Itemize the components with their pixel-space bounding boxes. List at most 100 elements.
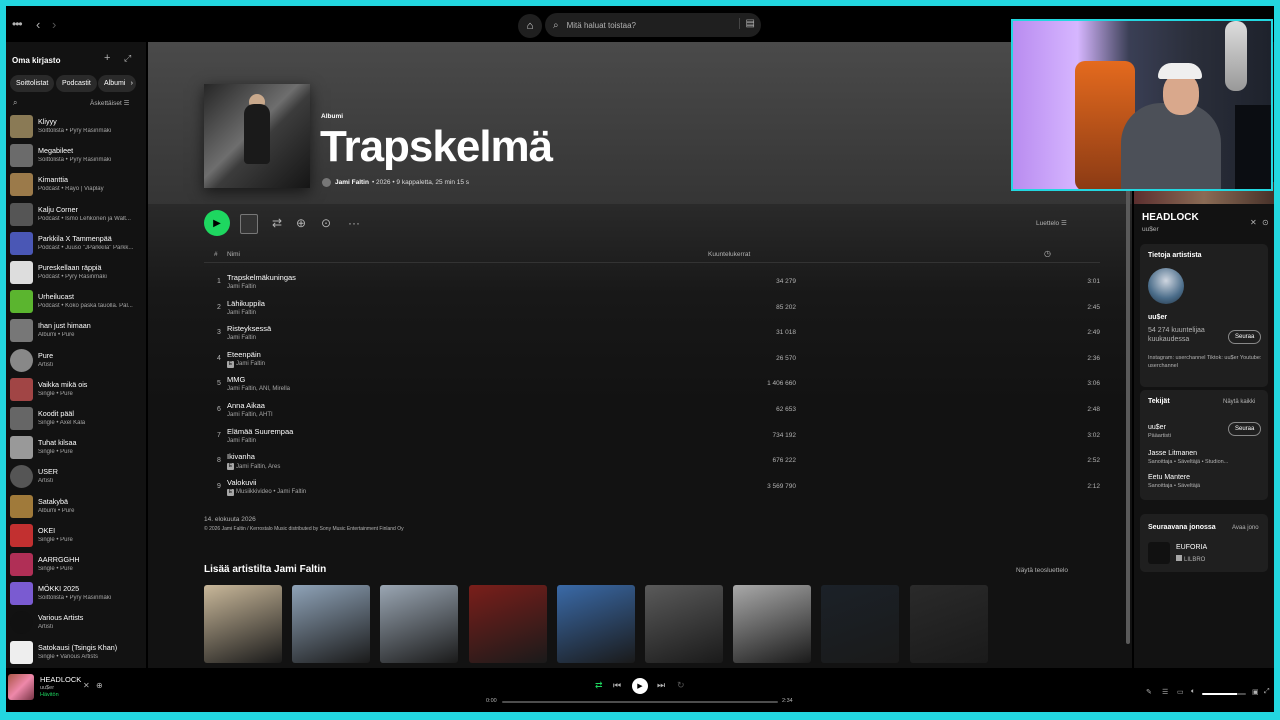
next-track-art[interactable] <box>1148 542 1170 564</box>
show-all-credits-link[interactable]: Näytä kaikki <box>1223 399 1255 405</box>
home-button[interactable]: ⌂ <box>518 14 542 38</box>
library-item[interactable]: AARRGGHH Single • Pure <box>10 552 144 580</box>
progress-bar[interactable] <box>502 701 778 703</box>
about-artist-card[interactable]: Tietoja artistista uu$er 54 274 kuunteli… <box>1140 244 1268 387</box>
volume-slider[interactable] <box>1202 693 1246 695</box>
lyrics-icon[interactable]: ✎ <box>1146 688 1152 696</box>
library-item[interactable]: Parkkila X Tammenpää Podcast • Juuso "JPa… <box>10 231 144 259</box>
more-options-icon[interactable]: ··· <box>348 216 360 230</box>
play-button[interactable]: ▶ <box>204 210 230 236</box>
preview-thumbnail[interactable] <box>240 214 258 234</box>
track-row[interactable]: 8 Ikivanha E Jami Faltin, Ares 676 222 2:52 <box>204 450 1104 475</box>
track-row[interactable]: 5 MMG Jami Faltin, ANI, Mirella 1 406 660 3:… <box>204 373 1104 398</box>
track-artists[interactable]: E Musiikkivideo • Jami Faltin <box>227 488 306 496</box>
mini-player-icon[interactable]: ▣ <box>1252 688 1259 696</box>
library-sort[interactable]: Äskettäiset ☰ <box>90 99 129 107</box>
add-to-library-icon[interactable]: ⊕ <box>296 216 306 230</box>
album-card[interactable]: Neighbourhood Kid <box>292 585 371 668</box>
now-playing-art[interactable] <box>8 674 34 700</box>
track-title[interactable]: Valokuvii <box>227 478 256 487</box>
previous-icon[interactable]: ⏮ <box>613 680 621 691</box>
track-title[interactable]: Anna Aikaa <box>227 401 265 410</box>
track-title[interactable]: Ikivanha <box>227 452 255 461</box>
library-item[interactable]: Pure Artisti <box>10 348 144 376</box>
shuffle-icon[interactable]: ⇄ <box>595 680 603 691</box>
library-title[interactable]: Oma kirjasto <box>12 56 60 65</box>
album-card[interactable]: Ikivanha <box>733 585 812 668</box>
track-title[interactable]: Eteenpäin <box>227 350 261 359</box>
filter-chip-albums[interactable]: Albumi › <box>98 75 136 92</box>
remove-icon[interactable]: ✕ <box>83 681 90 690</box>
library-item[interactable]: OKEI Single • Pure <box>10 523 144 551</box>
track-artists[interactable]: Jami Faltin <box>227 335 256 341</box>
discography-link[interactable]: Näytä teosluettelo <box>1016 567 1068 574</box>
volume-icon[interactable]: 🔈︎ <box>1191 688 1195 696</box>
download-icon[interactable]: ⊙ <box>321 216 331 230</box>
forward-arrow-icon[interactable]: › <box>52 17 56 32</box>
track-row[interactable]: 1 Trapskelmäkuningas Jami Faltin 34 279 3:01 <box>204 271 1104 296</box>
track-artists[interactable]: Jami Faltin, ANI, Mirella <box>227 386 290 392</box>
repeat-icon[interactable]: ↻ <box>677 680 685 691</box>
library-item[interactable]: USER Artisti <box>10 464 144 492</box>
library-item[interactable]: Satokausi (Tsingis Khan) Single • Various… <box>10 640 144 668</box>
menu-dots-icon[interactable]: ••• <box>12 17 23 31</box>
track-title[interactable]: Trapskelmäkuningas <box>227 273 296 282</box>
now-playing-artist[interactable]: uu$er <box>1142 226 1159 233</box>
close-icon[interactable]: ✕ <box>1250 218 1257 227</box>
album-card[interactable]: Valokuvii <box>204 585 282 668</box>
now-playing-title[interactable]: HEADLOCK <box>1142 212 1199 223</box>
next-icon[interactable]: ⏭ <box>657 680 665 691</box>
album-card[interactable]: Kertoimia Vastaan <box>380 585 459 668</box>
track-row[interactable]: 9 Valokuvii E Musiikkivideo • Jami Faltin 3 … <box>204 476 1104 501</box>
next-track-title[interactable]: EUFORIA <box>1176 544 1207 551</box>
more-options-icon[interactable]: ⊙ <box>1262 218 1269 227</box>
search-input[interactable]: ⌕ Mitä haluat toistaa? ▤ <box>545 13 761 37</box>
album-artist-link[interactable]: Jami Faltin <box>335 179 369 186</box>
library-item[interactable]: Various Artists Artisti <box>10 610 144 638</box>
player-track-title[interactable]: HEADLOCK <box>40 675 81 684</box>
add-icon[interactable]: ⊕ <box>96 681 103 690</box>
track-artists[interactable]: Jami Faltin <box>227 438 256 444</box>
track-title[interactable]: Elämää Suurempaa <box>227 427 293 436</box>
credit-name[interactable]: uu$er <box>1148 424 1171 431</box>
about-artist-name[interactable]: uu$er <box>1148 314 1167 321</box>
track-title[interactable]: Lähikuppila <box>227 299 265 308</box>
track-artists[interactable]: E Jami Faltin <box>227 360 265 368</box>
album-card[interactable]: STILL TRE <box>909 585 988 668</box>
track-artists[interactable]: Jami Faltin <box>227 310 256 316</box>
library-item[interactable]: Satakybä Albumi • Pure <box>10 494 144 522</box>
credit-name[interactable]: Jasse Litmanen <box>1148 450 1228 457</box>
album-card[interactable]: Kerrostalo <box>645 585 723 668</box>
library-item[interactable]: Vaikka mikä ois Single • Pure <box>10 377 144 405</box>
player-track-artist[interactable]: uu$er <box>40 685 54 691</box>
queue-icon[interactable]: ☰ <box>1162 688 1168 696</box>
library-item[interactable]: Urheilucast Podcast • Koko paska tauolla.… <box>10 289 144 317</box>
filter-chip-playlists[interactable]: Soittolistat <box>10 75 55 92</box>
track-artists[interactable]: Jami Faltin, AHTI <box>227 412 273 418</box>
back-arrow-icon[interactable]: ‹ <box>36 17 40 32</box>
filter-chip-podcasts[interactable]: Podcastit <box>56 75 97 92</box>
library-item[interactable]: Megabileet Soittolista • Pyry Rasinmäki <box>10 143 144 171</box>
library-item[interactable]: Ihan just himaan Albumi • Pure <box>10 318 144 346</box>
track-title[interactable]: Risteyksessä <box>227 324 271 333</box>
chevron-right-icon[interactable]: › <box>131 80 133 87</box>
library-item[interactable]: MÖKKI 2025 Soittolista • Pyry Rasinmäki <box>10 581 144 609</box>
track-row[interactable]: 6 Anna Aikaa Jami Faltin, AHTI 62 653 2:48 <box>204 399 1104 424</box>
browse-icon[interactable]: ▤ <box>738 18 755 29</box>
view-toggle[interactable]: Luettelo ☰ <box>1036 219 1067 227</box>
library-item[interactable]: Pureskellaan räppiä Podcast • Pyry Rasinm… <box>10 260 144 288</box>
shuffle-icon[interactable]: ⇄ <box>272 216 282 230</box>
follow-button[interactable]: Seuraa <box>1228 422 1262 436</box>
library-item[interactable]: Kliyyy Soittolista • Pyry Rasinmäki <box>10 114 144 142</box>
add-icon[interactable]: + <box>104 52 110 64</box>
track-row[interactable]: 3 Risteyksessä Jami Faltin 31 018 2:49 <box>204 322 1104 347</box>
track-title[interactable]: MMG <box>227 375 245 384</box>
library-item[interactable]: Kalju Corner Podcast • Ismo Lehkonen ja W… <box>10 202 144 230</box>
more-by-artist-title[interactable]: Lisää artistilta Jami Faltin <box>204 564 326 575</box>
track-artists[interactable]: Jami Faltin <box>227 284 256 290</box>
library-item[interactable]: Kimanttia Podcast • Rayo | Viaplay <box>10 172 144 200</box>
player-play-button[interactable]: ▶ <box>632 678 648 694</box>
album-card[interactable]: SELVIYTYJÄ <box>468 585 547 668</box>
library-item[interactable]: Tuhat kilsaa Single • Pure <box>10 435 144 463</box>
track-row[interactable]: 2 Lähikuppila Jami Faltin 85 202 2:45 <box>204 297 1104 322</box>
